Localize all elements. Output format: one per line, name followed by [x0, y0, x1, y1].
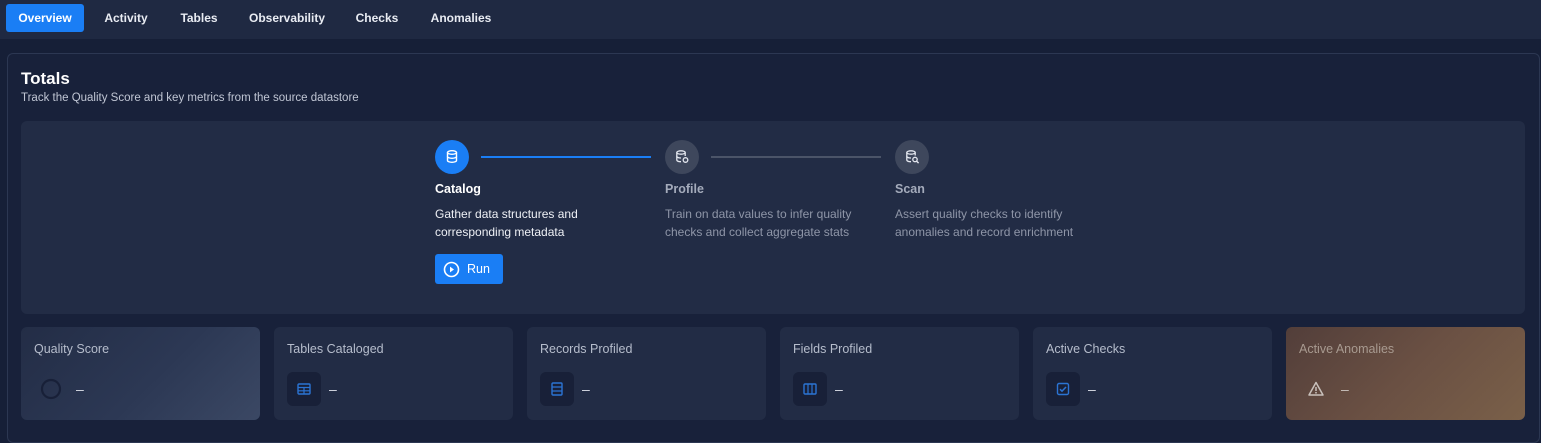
run-button-label: Run: [467, 262, 490, 276]
active-checks-card: Active Checks –: [1033, 327, 1272, 420]
tab-tables[interactable]: Tables: [166, 4, 232, 32]
columns-icon: [793, 372, 827, 406]
card-value: –: [835, 381, 843, 397]
profile-step-icon[interactable]: [665, 140, 699, 174]
card-label: Active Anomalies: [1299, 342, 1395, 356]
totals-subtitle: Track the Quality Score and key metrics …: [21, 92, 359, 104]
fields-profiled-card: Fields Profiled –: [780, 327, 1019, 420]
catalog-step-description: Gather data structures and corresponding…: [435, 207, 578, 239]
catalog-step-title: Catalog: [435, 182, 481, 196]
card-label: Tables Cataloged: [287, 342, 384, 356]
play-circle-icon: [443, 261, 460, 277]
catalog-step-icon[interactable]: [435, 140, 469, 174]
rows-icon: [540, 372, 574, 406]
tab-anomalies[interactable]: Anomalies: [416, 4, 506, 32]
score-ring-icon: [34, 372, 68, 406]
run-button[interactable]: Run: [435, 254, 503, 284]
active-anomalies-card: Active Anomalies –: [1286, 327, 1525, 420]
records-profiled-card: Records Profiled –: [527, 327, 766, 420]
quality-score-card: Quality Score –: [21, 327, 260, 420]
card-value: –: [1088, 381, 1096, 397]
profile-step-title: Profile: [665, 182, 704, 196]
card-value: –: [582, 381, 590, 397]
table-icon: [287, 372, 321, 406]
profile-step-description: Train on data values to infer quality ch…: [665, 207, 852, 239]
card-value: –: [1341, 381, 1349, 397]
tables-cataloged-card: Tables Cataloged –: [274, 327, 513, 420]
scan-step-description: Assert quality checks to identify anomal…: [895, 207, 1074, 239]
warning-icon: [1299, 372, 1333, 406]
card-label: Quality Score: [34, 342, 110, 356]
database-settings-icon: [676, 150, 689, 163]
card-value: –: [76, 381, 84, 397]
database-icon: [446, 150, 458, 164]
card-label: Fields Profiled: [793, 342, 873, 356]
step-connector-1: [481, 156, 651, 158]
tab-activity[interactable]: Activity: [88, 4, 164, 32]
top-nav-bar: Overview Activity Tables Observability C…: [0, 0, 1541, 39]
scan-step-icon[interactable]: [895, 140, 929, 174]
totals-title: Totals: [21, 69, 70, 88]
card-label: Records Profiled: [540, 342, 633, 356]
check-square-icon: [1046, 372, 1080, 406]
tab-observability[interactable]: Observability: [236, 4, 338, 32]
tab-overview[interactable]: Overview: [6, 4, 84, 32]
database-search-icon: [906, 150, 920, 164]
scan-step-title: Scan: [895, 182, 925, 196]
tab-checks[interactable]: Checks: [342, 4, 412, 32]
card-value: –: [329, 381, 337, 397]
card-label: Active Checks: [1046, 342, 1126, 356]
step-connector-2: [711, 156, 881, 158]
